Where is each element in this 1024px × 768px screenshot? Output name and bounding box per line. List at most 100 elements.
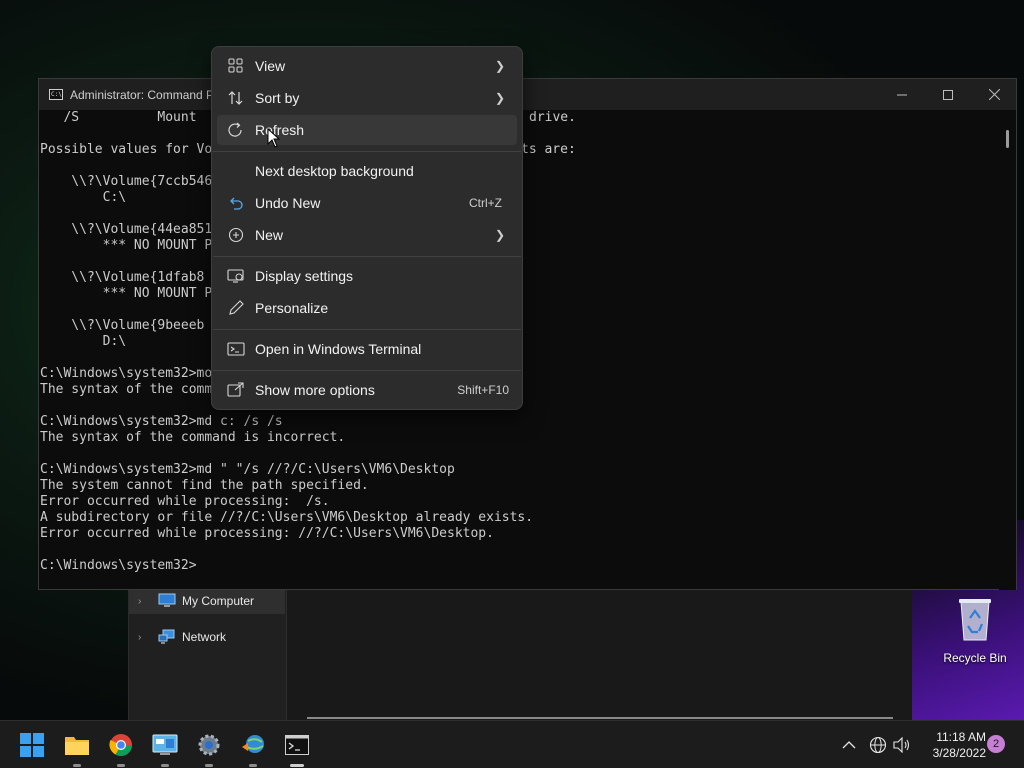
notification-badge[interactable]: 2 (987, 735, 1005, 753)
clock-time: 11:18 AM (936, 730, 986, 744)
menu-item-sort-by[interactable]: Sort by ❯ (217, 83, 517, 113)
console-line: Error occurred while processing: //?/C:\… (40, 526, 494, 541)
menu-item-personalize[interactable]: Personalize (217, 293, 517, 323)
start-button[interactable] (16, 729, 48, 761)
terminal-icon (285, 735, 309, 755)
shortcut-label: Shift+F10 (457, 383, 509, 397)
chevron-right-icon[interactable]: › (138, 596, 150, 607)
menu-separator (213, 151, 521, 152)
terminal-icon (227, 342, 245, 356)
menu-item-undo-new[interactable]: Undo New Ctrl+Z (217, 188, 517, 218)
running-indicator (73, 764, 81, 767)
chrome-icon (109, 734, 132, 756)
plus-circle-icon (228, 227, 244, 243)
close-button[interactable] (971, 79, 1017, 110)
display-icon (227, 269, 244, 283)
menu-separator (213, 329, 521, 330)
console-line: Error occurred while processing: /s. (40, 494, 330, 509)
control-panel-icon (152, 734, 178, 755)
active-indicator (290, 764, 304, 767)
console-line: The system cannot find the path specifie… (40, 478, 369, 493)
file-explorer-icon (65, 737, 89, 755)
mouse-cursor-icon (267, 128, 281, 148)
chevron-up-icon (842, 741, 856, 749)
running-indicator (161, 764, 169, 767)
taskbar-settings[interactable] (193, 729, 225, 767)
console-line: A subdirectory or file //?/C:\Users\VM6\… (40, 510, 534, 525)
chevron-right-icon: ❯ (494, 91, 505, 105)
horizontal-scrollbar[interactable] (307, 717, 893, 719)
refresh-icon (228, 122, 242, 137)
console-text-fragment: ts are: (521, 142, 576, 157)
running-indicator (205, 764, 213, 767)
menu-item-show-more-options[interactable]: Show more options Shift+F10 (217, 375, 517, 405)
desktop-context-menu: View ❯ Sort by ❯ Refresh Next desktop ba… (211, 46, 523, 410)
taskbar-clock[interactable]: 11:18 AM 3/28/2022 (918, 729, 986, 761)
shortcut-label: Ctrl+Z (469, 196, 502, 210)
chevron-right-icon[interactable]: › (138, 632, 150, 643)
window-titlebar[interactable]: C:\ Administrator: Command P (39, 79, 1016, 110)
chevron-right-icon: ❯ (494, 59, 505, 73)
command-prompt-window: C:\ Administrator: Command P /S Mount Po… (38, 78, 1017, 590)
clock-date: 3/28/2022 (932, 746, 986, 760)
taskbar-chrome[interactable] (105, 729, 137, 767)
maximize-icon (943, 89, 953, 100)
console-line: The syntax of the command is incorrect. (40, 430, 346, 445)
nav-item-my-computer[interactable]: › My Computer (129, 588, 285, 614)
chevron-right-icon: ❯ (494, 228, 505, 242)
recycle-bin-desktop-icon[interactable]: Recycle Bin (940, 596, 1010, 665)
show-hidden-icons-button[interactable] (842, 721, 856, 768)
menu-item-label: Next desktop background (255, 163, 414, 179)
network-app-icon (242, 735, 264, 753)
menu-item-refresh[interactable]: Refresh (217, 115, 517, 145)
menu-item-new[interactable]: New ❯ (217, 220, 517, 250)
menu-separator (213, 370, 521, 371)
menu-item-open-in-terminal[interactable]: Open in Windows Terminal (217, 334, 517, 364)
console-text-fragment: drive. (529, 110, 576, 125)
close-icon (988, 89, 1000, 100)
minimize-button[interactable] (879, 79, 925, 110)
language-button[interactable] (869, 721, 887, 768)
menu-item-next-desktop-background[interactable]: Next desktop background (217, 156, 517, 186)
taskbar-command-prompt[interactable] (281, 729, 313, 767)
menu-separator (213, 256, 521, 257)
vertical-scrollbar[interactable] (999, 110, 1016, 590)
explorer-navigation-pane: › My Computer › Network (129, 588, 287, 720)
recycle-bin-label: Recycle Bin (943, 651, 1007, 665)
running-indicator (249, 764, 257, 767)
running-indicator (117, 764, 125, 767)
pen-icon (229, 300, 244, 315)
console-line: C:\Windows\system32>md c: /s /s (40, 414, 283, 429)
nav-label: My Computer (182, 594, 255, 608)
taskbar-file-explorer[interactable] (61, 729, 93, 767)
menu-item-label: View (255, 58, 286, 74)
nav-item-network[interactable]: › Network (129, 624, 285, 650)
taskbar: 11:18 AM 3/28/2022 (0, 720, 1024, 768)
menu-item-label: Undo New (255, 195, 321, 211)
network-icon (158, 629, 175, 644)
menu-item-label: Display settings (255, 268, 354, 284)
minimize-icon (897, 94, 907, 95)
undo-icon (230, 197, 243, 210)
menu-item-display-settings[interactable]: Display settings (217, 261, 517, 291)
menu-item-label: Personalize (255, 300, 329, 316)
settings-icon (198, 734, 220, 756)
taskbar-control-panel[interactable] (149, 729, 181, 767)
window-title: Administrator: Command P (70, 87, 215, 102)
computer-icon (158, 593, 176, 607)
maximize-button[interactable] (925, 79, 971, 110)
menu-item-label: Sort by (255, 90, 300, 106)
menu-item-label: New (255, 227, 284, 243)
grid-icon (228, 58, 243, 73)
console-line: C:\Windows\system32>md " "/s //?/C:\User… (40, 462, 455, 477)
menu-item-view[interactable]: View ❯ (217, 51, 517, 81)
taskbar-network-app[interactable] (237, 729, 269, 767)
share-icon (227, 382, 244, 397)
nav-label: Network (182, 630, 227, 644)
globe-icon (869, 736, 887, 754)
speaker-icon (893, 737, 910, 753)
volume-button[interactable] (893, 721, 911, 768)
scrollbar-thumb[interactable] (1006, 130, 1009, 148)
